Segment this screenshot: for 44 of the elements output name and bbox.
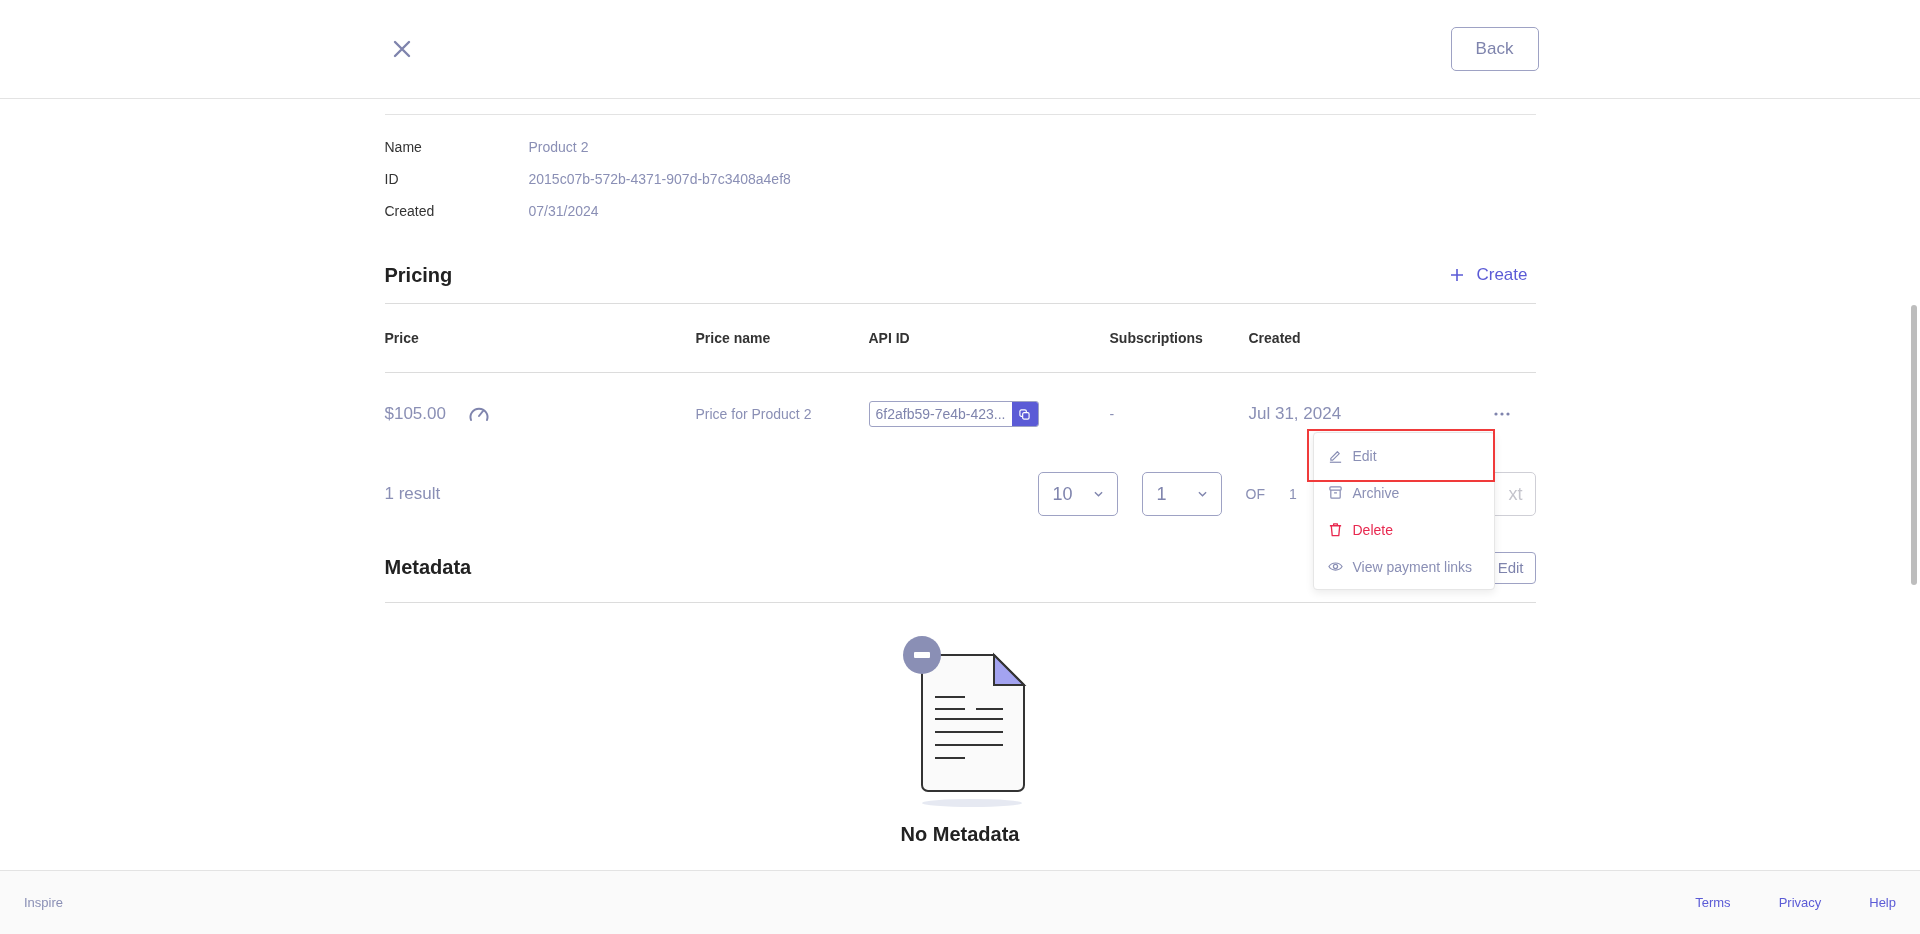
copy-button[interactable] [1011, 402, 1038, 426]
eye-icon [1327, 559, 1343, 574]
pencil-icon [1327, 448, 1343, 463]
column-header: Price [384, 330, 420, 346]
create-button[interactable]: Create [1450, 265, 1536, 285]
plus-icon [1450, 268, 1465, 282]
price-name-text: Price for Product 2 [695, 406, 812, 422]
section-title: Pricing [384, 263, 453, 287]
column-header: Subscriptions [1109, 330, 1204, 346]
detail-label: Name [384, 139, 423, 155]
archive-box-icon [1327, 485, 1343, 500]
chevron-down-icon [1197, 491, 1207, 497]
page-total: 1 [1288, 486, 1297, 502]
column-header: API ID [868, 330, 911, 346]
empty-state-title: No Metadata [900, 823, 1020, 846]
page-size-select[interactable]: 10 [1037, 472, 1118, 516]
page-select[interactable]: 1 [1141, 472, 1222, 516]
footer-link[interactable]: Help [1869, 895, 1896, 910]
detail-label: ID [384, 171, 400, 187]
price-text: $105.00 [384, 404, 446, 424]
back-button[interactable]: Back [1450, 27, 1539, 71]
detail-value: 2015c07b-572b-4371-907d-b7c3408a4ef8 [528, 171, 791, 187]
trash-icon [1327, 522, 1343, 537]
column-header: Price name [695, 330, 772, 346]
detail-value: 07/31/2024 [528, 203, 599, 219]
detail-label: Created [384, 203, 436, 219]
brand-text: Inspire [24, 895, 64, 910]
column-header: Created [1248, 330, 1302, 346]
close-icon[interactable] [391, 38, 412, 59]
created-date: Jul 31, 2024 [1248, 404, 1342, 424]
detail-value: Product 2 [528, 139, 589, 155]
subscriptions-text: - [1109, 406, 1115, 422]
menu-item[interactable]: Edit [1313, 437, 1494, 474]
result-count: 1 result [384, 484, 442, 504]
footer-link[interactable]: Terms [1695, 895, 1731, 910]
footer-link[interactable]: Privacy [1778, 895, 1822, 910]
more-icon[interactable] [1493, 412, 1510, 416]
chevron-down-icon [1093, 491, 1103, 497]
api-id-field: 6f2afb59-7e4b-423... [868, 401, 1039, 427]
of-label: OF [1245, 486, 1265, 502]
gauge-icon [467, 405, 490, 423]
section-title: Metadata [384, 556, 472, 579]
scrollbar-thumb[interactable] [1911, 305, 1917, 585]
copy-icon [1019, 408, 1030, 420]
